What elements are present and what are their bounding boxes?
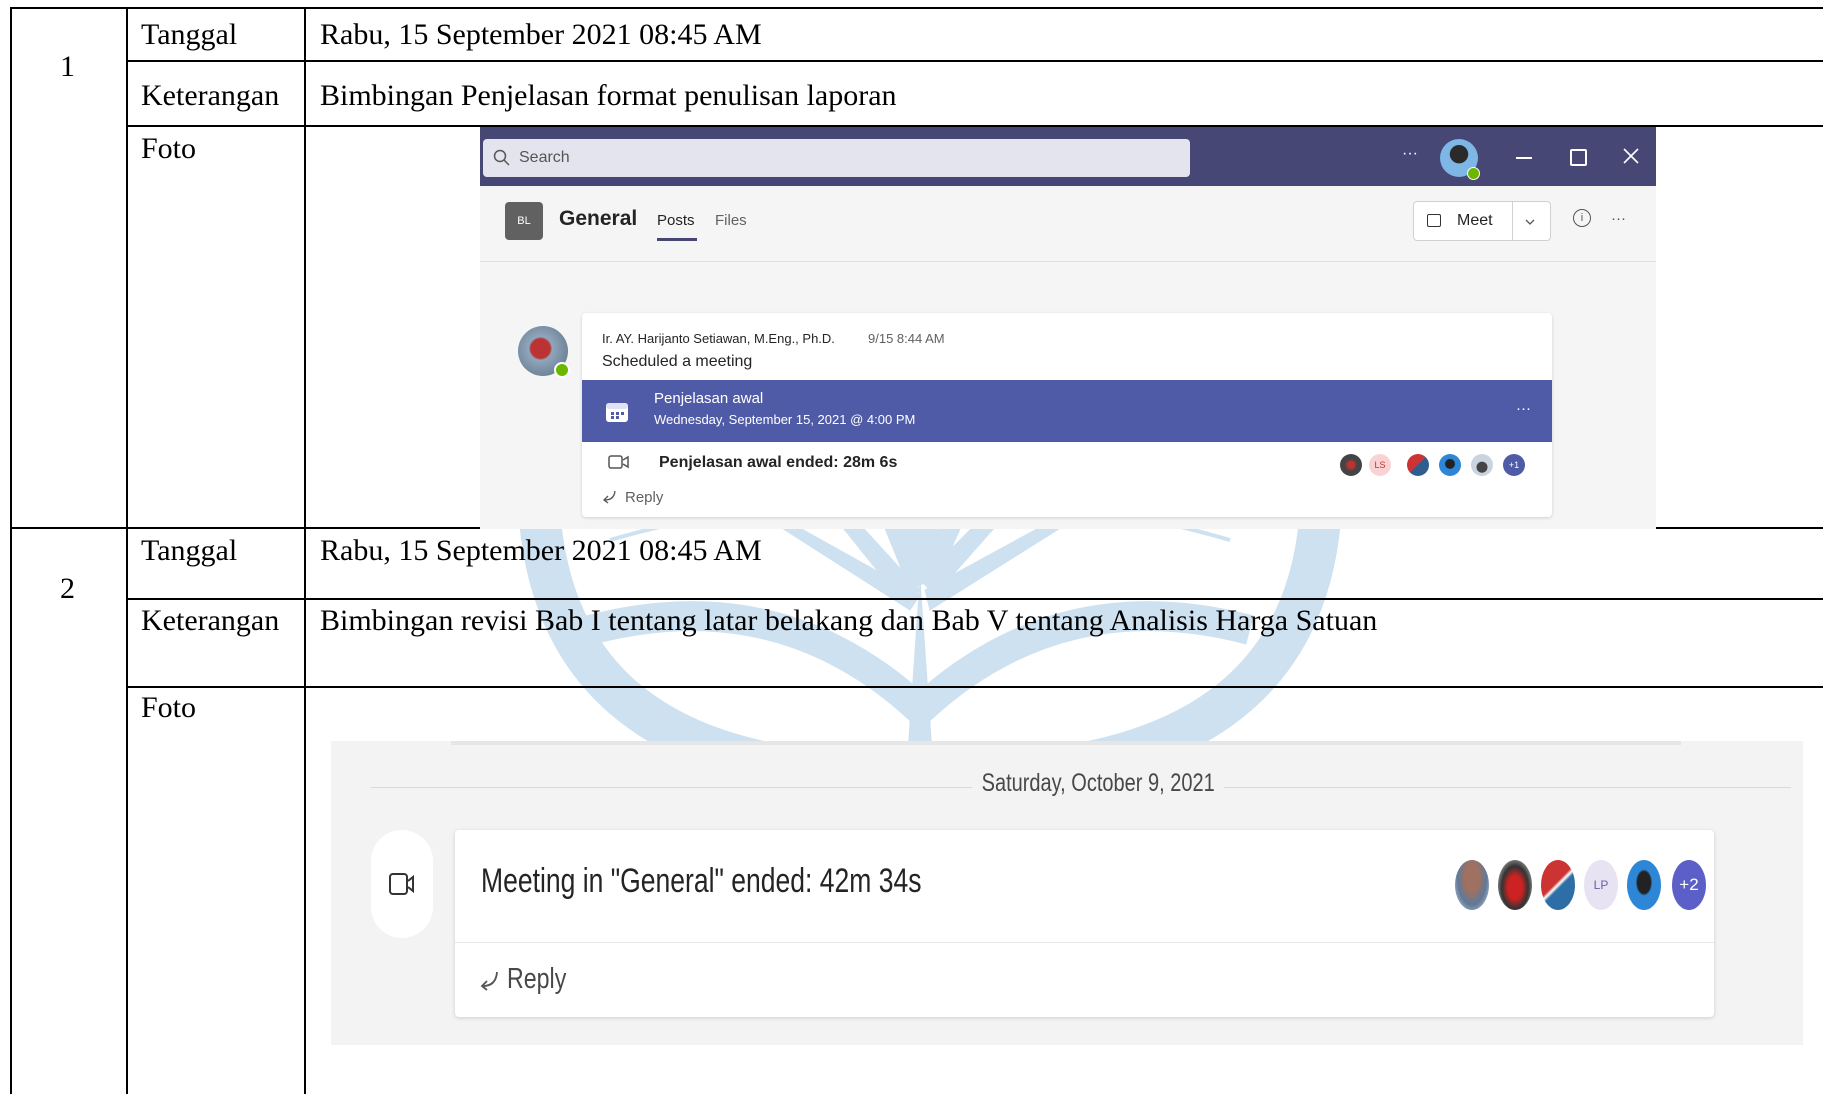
participant-avatar [1340,454,1362,476]
reply-icon [480,971,498,991]
participant-initials: LP [1584,860,1618,910]
row2-tanggal-divider [126,598,1823,600]
keterangan-label: Keterangan [141,604,280,637]
meeting-title: Penjelasan awal [654,390,764,407]
participant-avatar [1471,454,1493,476]
post-author: Ir. AY. Harijanto Setiawan, M.Eng., Ph.D… [602,331,835,346]
status-available-icon [554,362,570,378]
channel-title: General [559,207,638,230]
tab-posts[interactable]: Posts [657,212,695,229]
participant-more-badge[interactable]: +2 [1672,860,1706,910]
meeting-ended-text: Penjelasan awal ended: 28m 6s [659,454,898,471]
teams-screenshot-2: Saturday, October 9, 2021 Meeting in "Ge… [331,741,1803,1045]
video-camera-icon [389,873,414,895]
tab-files[interactable]: Files [715,212,747,229]
column-divider-2 [304,7,306,1094]
participant-avatar [1498,860,1532,910]
top-separator [451,741,1681,745]
channel-more-button[interactable]: ··· [1611,210,1626,227]
table-border-top [10,7,1823,9]
post-text: Scheduled a meeting [602,353,753,370]
participant-avatar [1627,860,1661,910]
more-options-button[interactable]: ··· [1402,145,1418,163]
info-icon[interactable]: i [1573,209,1591,227]
teams-screenshot-1: Search ··· BL General Posts Files Meet i… [480,127,1656,529]
meet-label: Meet [1457,212,1493,229]
participant-avatar [1541,860,1575,910]
keterangan-label: Keterangan [141,79,280,112]
table-border-left [10,7,12,1094]
search-icon [493,149,510,166]
calendar-icon [606,403,628,422]
participant-avatar [1439,454,1461,476]
card-separator [455,942,1714,943]
meeting-details-band[interactable]: Penjelasan awal Wednesday, September 15,… [582,380,1552,442]
meeting-ended-card: Meeting in "General" ended: 42m 34s Repl… [455,830,1714,1017]
participant-initials: LS [1369,454,1391,476]
restore-icon[interactable] [1570,149,1587,166]
reply-icon [603,490,616,504]
column-divider-1 [126,7,128,1094]
tanggal-label: Tanggal [141,534,238,567]
participant-avatar [1455,860,1489,910]
participant-avatar [1407,454,1429,476]
search-input[interactable]: Search [483,139,1190,177]
search-placeholder: Search [519,149,570,166]
keterangan-value: Bimbingan Penjelasan format penulisan la… [320,79,897,112]
video-camera-icon [1427,214,1441,227]
post-timestamp: 9/15 8:44 AM [868,331,945,346]
tanggal-value: Rabu, 15 September 2021 08:45 AM [320,18,762,51]
foto-label: Foto [141,132,197,165]
date-divider-label: Saturday, October 9, 2021 [972,769,1225,798]
reply-button[interactable]: Reply [507,963,566,996]
meeting-ended-text: Meeting in "General" ended: 42m 34s [481,862,922,900]
row-number: 2 [60,572,75,605]
status-available-icon [1467,167,1480,180]
row1-tanggal-divider [126,60,1823,62]
participant-more-badge[interactable]: +1 [1503,454,1525,476]
video-camera-icon [608,455,629,469]
tab-posts-underline [657,238,697,241]
foto-label: Foto [141,691,197,724]
meeting-time: Wednesday, September 15, 2021 @ 4:00 PM [654,412,916,427]
row2-keterangan-divider [126,686,1823,688]
close-icon[interactable] [1622,147,1640,165]
tanggal-label: Tanggal [141,18,238,51]
meet-button[interactable]: Meet [1413,201,1551,241]
team-avatar: BL [505,202,543,240]
meeting-more-button[interactable]: ··· [1516,400,1531,417]
tanggal-value: Rabu, 15 September 2021 08:45 AM [320,534,762,567]
button-separator [1512,202,1513,240]
reply-button[interactable]: Reply [625,489,663,506]
keterangan-value: Bimbingan revisi Bab I tentang latar bel… [320,604,1378,637]
row-number: 1 [60,50,75,83]
chevron-down-icon[interactable] [1525,218,1535,226]
minimize-icon[interactable] [1516,157,1532,159]
channel-header: BL General Posts Files Meet i ··· [480,186,1656,262]
